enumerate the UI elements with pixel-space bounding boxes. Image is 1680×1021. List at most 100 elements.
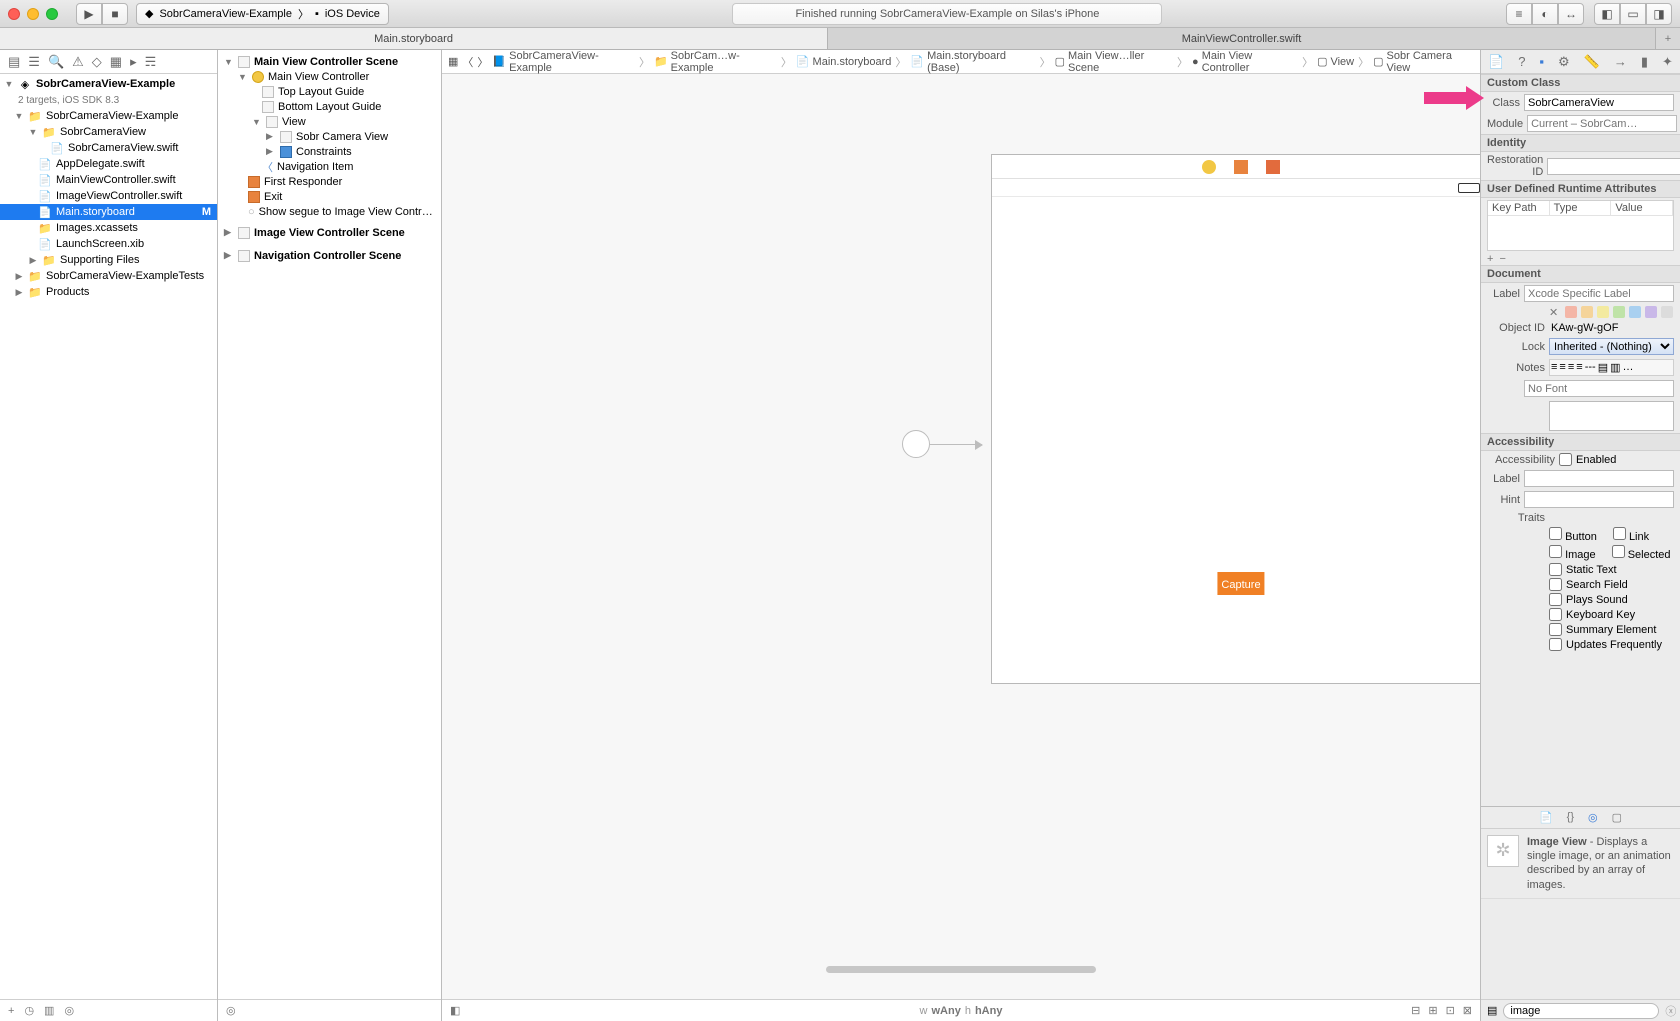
sobr-camera-view[interactable]: ▶Sobr Camera View	[218, 129, 441, 144]
doc-color-swatches[interactable]: ✕	[1481, 304, 1680, 320]
zoom-window-button[interactable]	[46, 8, 58, 20]
file-sobrcameraview-swift[interactable]: 📄SobrCameraView.swift	[0, 140, 217, 156]
library-view-mode-icon[interactable]: ▤	[1487, 1004, 1497, 1017]
identity-inspector-tab[interactable]: ▪	[1539, 54, 1544, 69]
trait-search[interactable]	[1549, 578, 1562, 591]
library-filter-input[interactable]	[1503, 1003, 1659, 1019]
navigation-item[interactable]: 〈Navigation Item	[218, 159, 441, 174]
top-layout-guide[interactable]: Top Layout Guide	[218, 84, 441, 99]
group-app[interactable]: ▼📁SobrCameraView-Example	[0, 108, 217, 124]
main-view-controller[interactable]: ▼Main View Controller	[218, 69, 441, 84]
bindings-inspector-tab[interactable]: ▮	[1641, 54, 1648, 70]
scene-main[interactable]: ▼Main View Controller Scene	[218, 54, 441, 69]
module-field[interactable]	[1527, 115, 1677, 132]
file-assets[interactable]: 📁Images.xcassets	[0, 220, 217, 236]
effects-inspector-tab[interactable]: ✦	[1662, 54, 1673, 70]
trait-plays[interactable]	[1549, 593, 1562, 606]
stop-button[interactable]: ■	[102, 3, 128, 25]
accessibility-enabled-checkbox[interactable]	[1559, 453, 1572, 466]
align-left-icon[interactable]: ≡	[1551, 361, 1557, 374]
group-products[interactable]: ▶📁Products	[0, 284, 217, 300]
trait-button[interactable]	[1549, 527, 1562, 540]
nav-project-icon[interactable]: ▤	[8, 54, 20, 70]
acc-label-field[interactable]	[1524, 470, 1674, 487]
related-items-icon[interactable]: ▦	[448, 55, 458, 68]
trait-static[interactable]	[1549, 563, 1562, 576]
tab-main-storyboard[interactable]: Main.storyboard	[0, 28, 828, 49]
align-button[interactable]: ⊟	[1411, 1004, 1420, 1017]
filter-scm-icon[interactable]: ▥	[44, 1004, 54, 1017]
tab-mainviewcontroller[interactable]: MainViewController.swift	[828, 28, 1656, 49]
exit-icon[interactable]	[1266, 160, 1280, 174]
align-justify-icon[interactable]: ≡	[1576, 361, 1582, 374]
toggle-utilities-button[interactable]: ◨	[1646, 3, 1672, 25]
horizontal-scrollbar[interactable]	[826, 966, 1096, 973]
project-root[interactable]: ▼◈SobrCameraView-Example	[0, 76, 217, 92]
file-imagevc[interactable]: 📄ImageViewController.swift	[0, 188, 217, 204]
size-inspector-tab[interactable]: 📏	[1584, 54, 1600, 70]
font-field[interactable]	[1524, 380, 1674, 397]
jump-bar[interactable]: ▦ 〈 〉 📘SobrCameraView-Example〉 📁SobrCam……	[442, 50, 1480, 74]
trait-updates[interactable]	[1549, 638, 1562, 651]
pin-button[interactable]: ⊞	[1428, 1004, 1437, 1017]
run-button[interactable]: ▶	[76, 3, 102, 25]
bottom-layout-guide[interactable]: Bottom Layout Guide	[218, 99, 441, 114]
size-class-w[interactable]: wAny	[931, 1005, 960, 1017]
class-field[interactable]	[1524, 94, 1674, 111]
first-responder[interactable]: First Responder	[218, 174, 441, 189]
nav-debug-icon[interactable]: ▦	[110, 54, 122, 70]
trait-image[interactable]	[1549, 545, 1562, 558]
nav-breakpoint-icon[interactable]: ▸	[130, 54, 137, 70]
view[interactable]: ▼View	[218, 114, 441, 129]
group-tests[interactable]: ▶📁SobrCameraView-ExampleTests	[0, 268, 217, 284]
file-appdelegate[interactable]: 📄AppDelegate.swift	[0, 156, 217, 172]
editor-standard-button[interactable]: ≡	[1506, 3, 1532, 25]
first-responder-icon[interactable]	[1234, 160, 1248, 174]
connections-inspector-tab[interactable]: →	[1614, 54, 1627, 69]
notes-textarea[interactable]	[1549, 401, 1674, 431]
nav-test-icon[interactable]: ◇	[92, 54, 102, 70]
resize-button[interactable]: ⊠	[1463, 1004, 1472, 1017]
back-button[interactable]: 〈	[462, 54, 473, 70]
indent-icon[interactable]: ▥	[1610, 361, 1620, 374]
trait-summary[interactable]	[1549, 623, 1562, 636]
file-main-storyboard[interactable]: 📄Main.storyboardM	[0, 204, 217, 220]
quickhelp-tab[interactable]: ?	[1518, 54, 1525, 69]
remove-attr-button[interactable]: −	[1499, 253, 1505, 265]
lib-object-tab[interactable]: ◎	[1588, 811, 1598, 824]
list-icon[interactable]: ▤	[1598, 361, 1608, 374]
filter-recent-icon[interactable]: ◷	[24, 1004, 34, 1017]
file-mainvc[interactable]: 📄MainViewController.swift	[0, 172, 217, 188]
acc-hint-field[interactable]	[1524, 491, 1674, 508]
editor-version-button[interactable]: ↔	[1558, 3, 1584, 25]
doc-label-field[interactable]	[1524, 285, 1674, 302]
group-sobr[interactable]: ▼📁SobrCameraView	[0, 124, 217, 140]
toggle-navigator-button[interactable]: ◧	[1594, 3, 1620, 25]
trait-selected[interactable]	[1612, 545, 1625, 558]
group-supporting[interactable]: ▶📁Supporting Files	[0, 252, 217, 268]
nav-issue-icon[interactable]: ⚠	[72, 54, 84, 70]
minimize-window-button[interactable]	[27, 8, 39, 20]
nav-symbol-icon[interactable]: ☰	[28, 54, 40, 70]
close-window-button[interactable]	[8, 8, 20, 20]
clear-filter-icon[interactable]: ⓧ	[1665, 1003, 1676, 1019]
add-button[interactable]: +	[8, 1005, 14, 1017]
toggle-outline-button[interactable]: ◧	[450, 1004, 460, 1017]
editor-assistant-button[interactable]: ◐	[1532, 3, 1558, 25]
scheme-selector[interactable]: ◆ SobrCameraView-Example 〉 ▪ iOS Device	[136, 3, 389, 25]
scene-main-view[interactable]: Capture	[991, 154, 1480, 684]
viewcontroller-icon[interactable]	[1202, 160, 1216, 174]
attributes-inspector-tab[interactable]: ⚙	[1558, 54, 1570, 70]
lock-select[interactable]: Inherited - (Nothing)	[1549, 338, 1674, 355]
file-inspector-tab[interactable]: 📄	[1488, 54, 1504, 70]
scene-nav[interactable]: ▶Navigation Controller Scene	[218, 248, 441, 263]
runtime-attributes-table[interactable]: Key PathTypeValue	[1487, 200, 1674, 251]
align-right-icon[interactable]: ≡	[1568, 361, 1574, 374]
storyboard-canvas[interactable]: Capture	[442, 74, 1480, 999]
size-class-h[interactable]: hAny	[975, 1005, 1003, 1017]
filter-scope-icon[interactable]: ◎	[64, 1004, 74, 1017]
lib-code-tab[interactable]: {}	[1567, 811, 1574, 823]
exit[interactable]: Exit	[218, 189, 441, 204]
tab-add-button[interactable]: +	[1656, 28, 1680, 49]
lib-media-tab[interactable]: ▢	[1612, 811, 1622, 824]
